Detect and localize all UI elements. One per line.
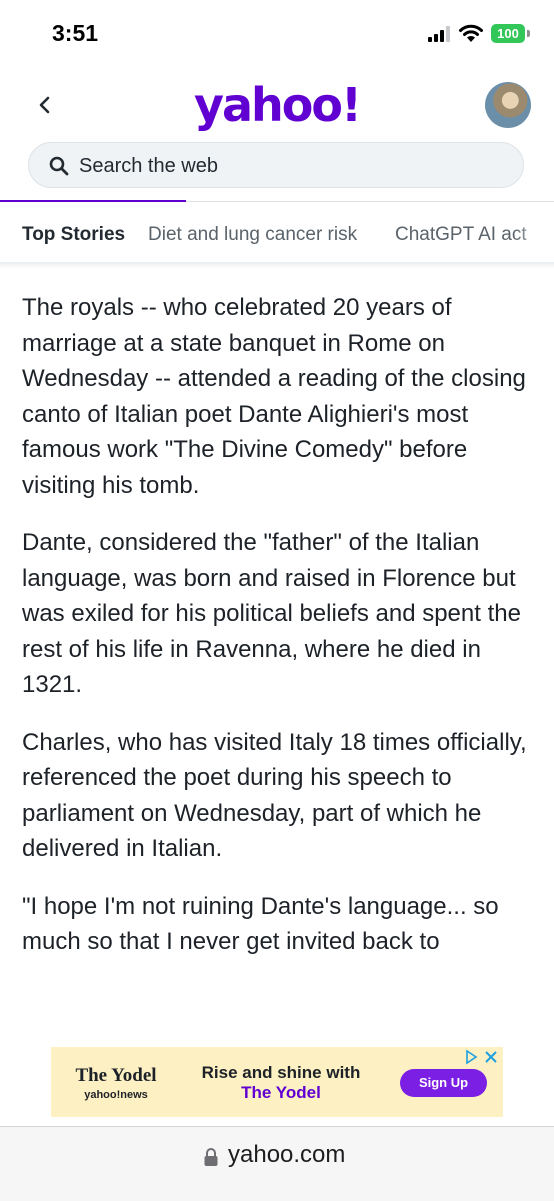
tab-diet-lung-cancer[interactable]: Diet and lung cancer risk (148, 224, 357, 246)
story-tabs: Top Stories Diet and lung cancer risk Ch… (0, 204, 554, 262)
active-tab-indicator (0, 200, 186, 202)
tabs-fade (514, 204, 554, 262)
ad-signup-button[interactable]: Sign Up (400, 1069, 487, 1097)
article-paragraph: The royals -- who celebrated 20 years of… (22, 294, 526, 499)
ad-headline: Rise and shine with The Yodel (191, 1063, 371, 1103)
url-text: yahoo.com (228, 1141, 346, 1168)
ad-brand-sub: yahoo!news (84, 1089, 148, 1101)
article-paragraph: "I hope I'm not ruining Dante's language… (22, 892, 499, 956)
ad-brand-title: The Yodel (75, 1065, 157, 1086)
search-input[interactable] (77, 143, 501, 189)
ad-brand: The Yodel yahoo!news (61, 1065, 171, 1101)
article-paragraph: Dante, considered the "father" of the It… (22, 529, 521, 698)
ad-headline-line2: The Yodel (241, 1083, 321, 1102)
battery-indicator: 100 (491, 24, 525, 43)
lock-icon (204, 1148, 218, 1166)
tab-chatgpt-ai[interactable]: ChatGPT AI act (395, 224, 527, 246)
search-bar[interactable] (28, 142, 524, 189)
tabs-shadow (0, 262, 554, 268)
wifi-icon (459, 24, 483, 42)
yahoo-logo[interactable]: yahoo! (0, 78, 554, 132)
cellular-signal-icon (428, 26, 450, 42)
article-body: The royals -- who celebrated 20 years of… (22, 290, 532, 982)
avatar[interactable] (485, 82, 531, 128)
article-paragraph: Charles, who has visited Italy 18 times … (22, 728, 527, 863)
tab-top-stories[interactable]: Top Stories (22, 224, 125, 246)
status-bar: 3:51 100 (0, 0, 554, 70)
status-time: 3:51 (52, 20, 99, 46)
ad-headline-line1: Rise and shine with (201, 1063, 361, 1082)
browser-address-bar[interactable]: yahoo.com (0, 1126, 554, 1201)
battery-tip (527, 30, 530, 37)
app-header: yahoo! (0, 72, 554, 140)
ad-choices-icon[interactable] (464, 1049, 500, 1065)
ad-banner[interactable]: The Yodel yahoo!news Rise and shine with… (51, 1047, 503, 1117)
tabs-divider (186, 201, 554, 202)
search-icon (49, 156, 69, 176)
